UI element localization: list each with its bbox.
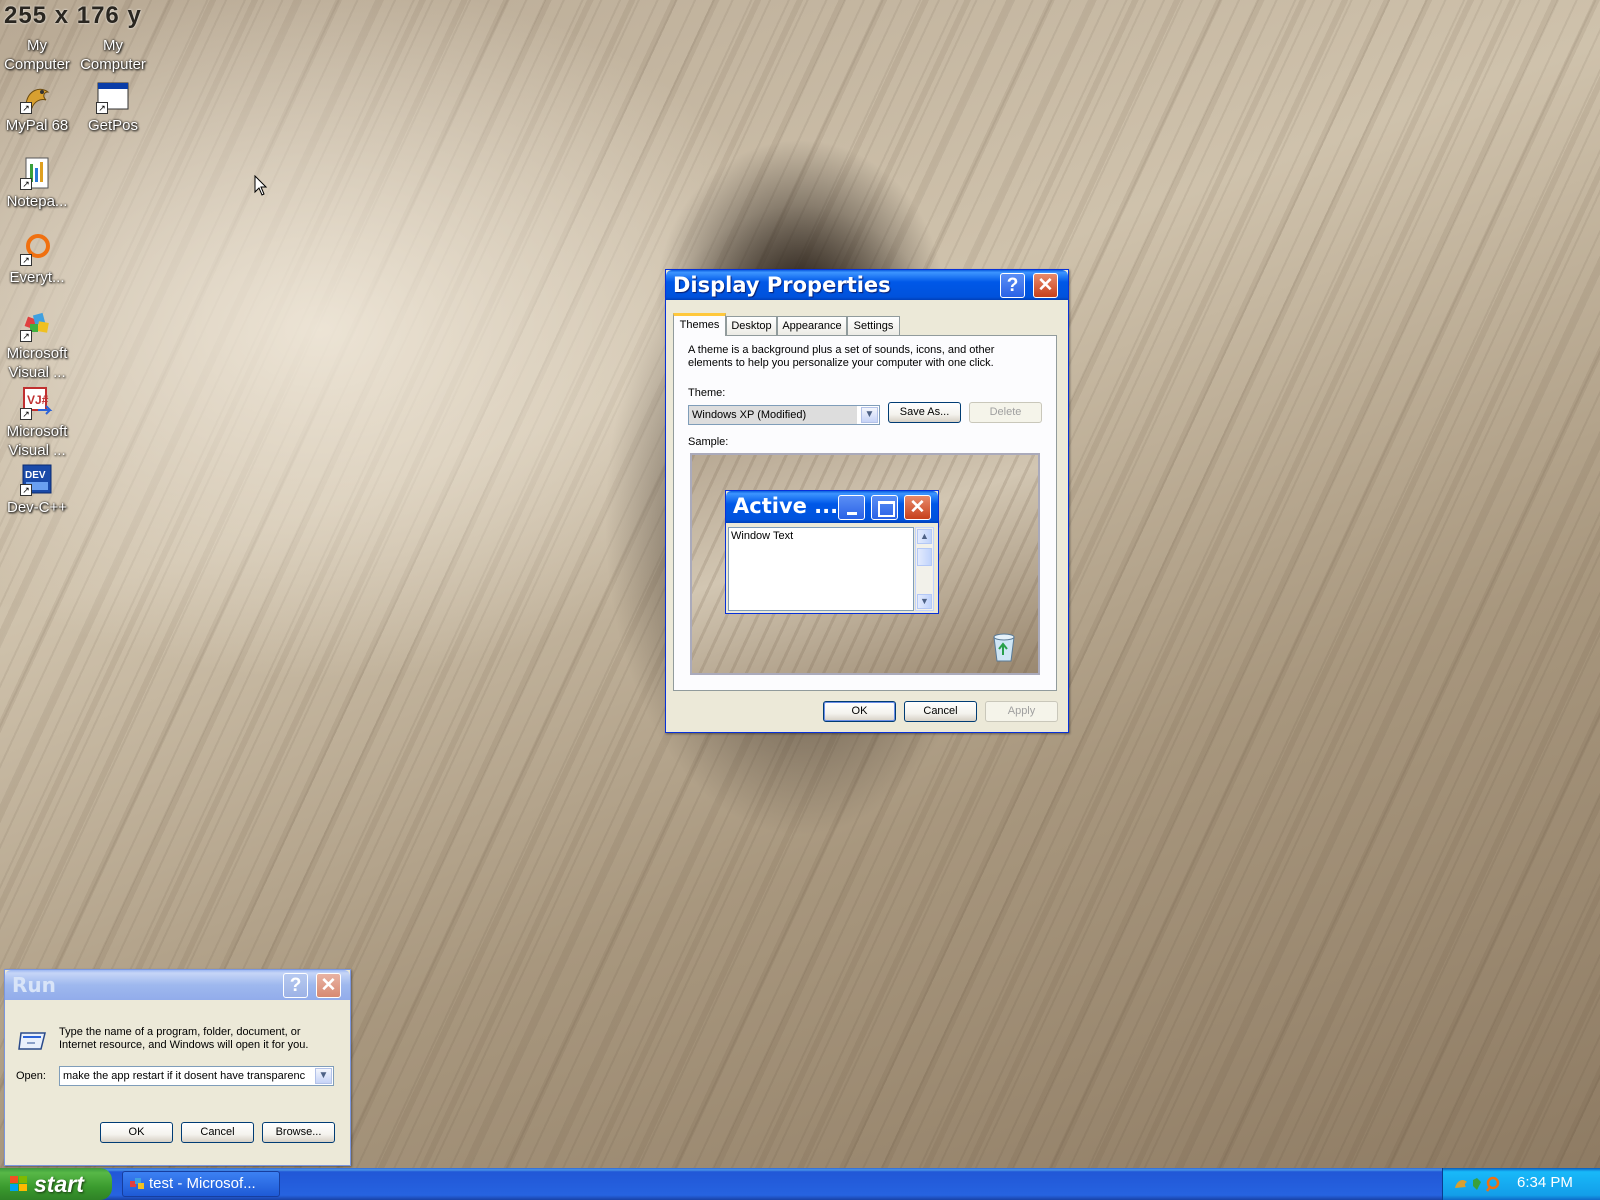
scroll-down-icon: ▼ xyxy=(917,594,932,609)
shortcut-arrow-icon: ↗ xyxy=(20,102,32,114)
tray-icons[interactable] xyxy=(1453,1176,1505,1192)
notepad-icon: ↗ xyxy=(20,156,54,190)
shortcut-arrow-icon: ↗ xyxy=(20,254,32,266)
visual-jsharp-icon: VJ# ↗ xyxy=(20,386,54,420)
run-cancel-button[interactable]: Cancel xyxy=(181,1122,254,1143)
coordinate-readout: 255 x 176 y xyxy=(4,2,142,29)
delete-button[interactable]: Delete xyxy=(969,402,1042,423)
run-open-combobox[interactable]: make the app restart if it dosent have t… xyxy=(59,1066,334,1086)
tab-desktop[interactable]: Desktop xyxy=(726,316,777,335)
shortcut-arrow-icon: ↗ xyxy=(20,178,32,190)
devcpp-icon: DEV ↗ xyxy=(20,462,54,496)
desktop-icon-label: Microsoft Visual ... xyxy=(6,345,68,381)
desktop-icon-label: My Computer xyxy=(80,37,146,73)
sample-titlebar: Active ... ✕ xyxy=(726,491,938,523)
close-icon: ✕ xyxy=(320,975,337,996)
mouse-cursor-icon xyxy=(254,175,268,196)
run-description: Type the name of a program, folder, docu… xyxy=(59,1026,309,1051)
mypal-browser-icon: ↗ xyxy=(20,80,54,114)
help-button[interactable]: ? xyxy=(283,973,308,998)
taskbar: start test - Microsof... 6:34 PM xyxy=(0,1168,1600,1200)
close-button[interactable]: ✕ xyxy=(316,973,341,998)
visual-studio-icon: ↗ xyxy=(20,308,54,342)
cancel-button[interactable]: Cancel xyxy=(904,701,977,722)
clock[interactable]: 6:34 PM xyxy=(1517,1174,1573,1191)
help-icon: ? xyxy=(289,975,302,996)
chevron-down-icon[interactable]: ▼ xyxy=(861,407,878,423)
shortcut-arrow-icon: ↗ xyxy=(20,330,32,342)
minimize-icon xyxy=(838,495,865,520)
window-title: Display Properties xyxy=(673,273,891,297)
desktop-icon-visual-jsharp[interactable]: VJ# ↗ Microsoft Visual ... xyxy=(0,386,74,460)
theme-label: Theme: xyxy=(688,387,726,399)
display-properties-titlebar[interactable]: Display Properties ? ✕ xyxy=(666,270,1068,300)
theme-sample-preview: Active ... ✕ Window Text ▲ ▼ xyxy=(690,453,1040,675)
svg-text:DEV: DEV xyxy=(25,470,46,481)
run-ok-button[interactable]: OK xyxy=(100,1122,173,1143)
windows-logo-icon xyxy=(10,1176,28,1192)
desktop-icon-mypal[interactable]: ↗ MyPal 68 xyxy=(0,80,74,135)
shortcut-arrow-icon: ↗ xyxy=(96,102,108,114)
system-tray: 6:34 PM xyxy=(1442,1168,1600,1200)
desktop-icon-label: My Computer xyxy=(4,37,70,73)
run-dialog-titlebar[interactable]: Run ? ✕ xyxy=(5,970,350,1000)
desktop-icon-my-computer[interactable]: My Computer xyxy=(0,34,74,74)
run-browse-button[interactable]: Browse... xyxy=(262,1122,335,1143)
close-icon: ✕ xyxy=(1037,275,1054,296)
visual-studio-icon xyxy=(130,1178,144,1189)
sample-window-title: Active ... xyxy=(733,494,839,518)
desktop-icon-label: Everyt... xyxy=(9,269,65,286)
desktop-icon-label: MyPal 68 xyxy=(5,117,69,134)
everything-search-icon: ↗ xyxy=(20,232,54,266)
help-button[interactable]: ? xyxy=(1000,273,1025,298)
desktop-icon-visual-studio[interactable]: ↗ Microsoft Visual ... xyxy=(0,308,74,382)
run-program-icon xyxy=(18,1032,46,1050)
desktop-icon-everything[interactable]: ↗ Everyt... xyxy=(0,232,74,287)
desktop-icon-label: GetPos xyxy=(87,117,139,134)
desktop-icon-my-computer-shortcut[interactable]: My Computer xyxy=(76,34,150,74)
sample-scrollbar: ▲ ▼ xyxy=(915,527,934,611)
sample-window-text: Window Text xyxy=(731,530,794,542)
start-button[interactable]: start xyxy=(0,1168,112,1200)
ok-button[interactable]: OK xyxy=(823,701,896,722)
tab-settings[interactable]: Settings xyxy=(847,316,900,335)
desktop-icon-label: Microsoft Visual ... xyxy=(6,423,68,459)
recycle-bin-icon xyxy=(993,633,1015,662)
sample-close-icon: ✕ xyxy=(904,495,931,520)
shortcut-arrow-icon: ↗ xyxy=(20,408,32,420)
save-as-button[interactable]: Save As... xyxy=(888,402,961,423)
themes-description: A theme is a background plus a set of so… xyxy=(688,344,995,369)
theme-select[interactable]: Windows XP (Modified) ▼ xyxy=(688,405,880,425)
sample-text-area: Window Text xyxy=(728,527,914,611)
start-label: start xyxy=(34,1171,84,1197)
sample-label: Sample: xyxy=(688,436,729,448)
close-button[interactable]: ✕ xyxy=(1033,273,1058,298)
sample-active-window: Active ... ✕ Window Text ▲ ▼ xyxy=(725,490,939,614)
getpos-window-icon: ↗ xyxy=(96,80,130,114)
desktop-icon-label: Notepa... xyxy=(6,193,68,210)
maximize-icon xyxy=(871,495,898,520)
run-open-input[interactable]: make the app restart if it dosent have t… xyxy=(63,1067,313,1085)
apply-button[interactable]: Apply xyxy=(985,701,1058,722)
desktop-icon-devcpp[interactable]: DEV ↗ Dev-C++ xyxy=(0,462,74,517)
taskbar-item-test[interactable]: test - Microsof... xyxy=(122,1171,280,1197)
chevron-down-icon[interactable]: ▼ xyxy=(315,1068,332,1084)
tab-appearance[interactable]: Appearance xyxy=(777,316,847,335)
svg-text:VJ#: VJ# xyxy=(27,393,49,407)
window-title: Run xyxy=(12,973,56,997)
desktop-icon-notepad[interactable]: ↗ Notepa... xyxy=(0,156,74,211)
tab-themes[interactable]: Themes xyxy=(673,313,726,336)
open-label: Open: xyxy=(16,1070,46,1082)
desktop-icon-getpos[interactable]: ↗ GetPos xyxy=(76,80,150,135)
theme-select-value: Windows XP (Modified) xyxy=(689,406,857,424)
taskbar-item-label: test - Microsof... xyxy=(149,1175,256,1192)
desktop-icon-label: Dev-C++ xyxy=(6,499,68,516)
scroll-up-icon: ▲ xyxy=(917,529,932,544)
scroll-thumb xyxy=(917,548,932,566)
help-icon: ? xyxy=(1006,275,1019,296)
shortcut-arrow-icon: ↗ xyxy=(20,484,32,496)
